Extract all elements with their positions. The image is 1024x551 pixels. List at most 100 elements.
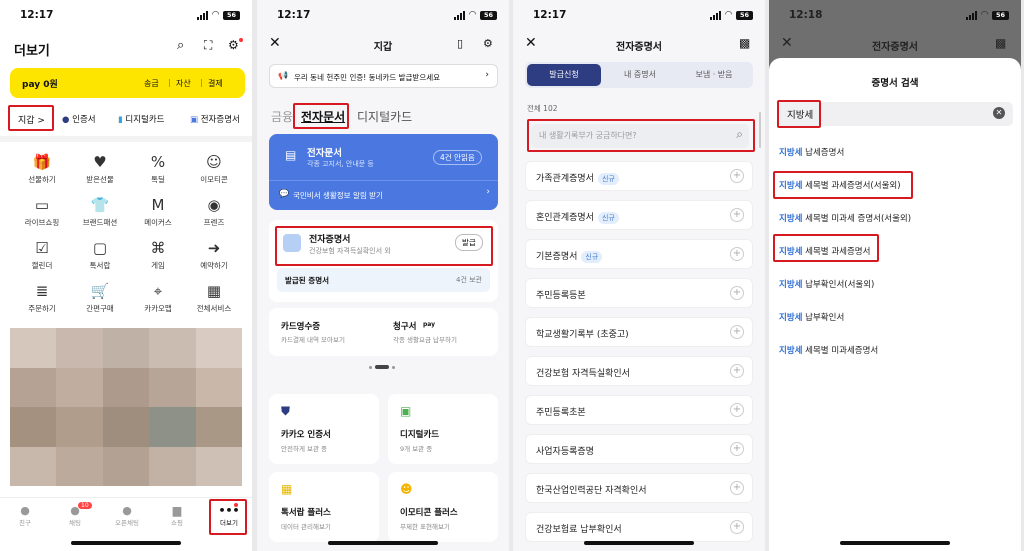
menu-item[interactable]: ☺ 이모티콘 (190, 152, 238, 185)
search-icon[interactable]: ⌕ (177, 38, 184, 53)
plus-icon[interactable]: + (730, 481, 744, 495)
certificate-row[interactable]: 주민등록초본 + (525, 395, 753, 425)
segment-issue[interactable]: 발급신청 (527, 64, 601, 86)
tab-friends[interactable]: ● 친구 (10, 504, 40, 527)
certificate-row[interactable]: 주민등록등본 + (525, 278, 753, 308)
menu-item[interactable]: ☑ 캘린더 (18, 238, 66, 271)
qr-code-icon[interactable]: ▩ (739, 36, 750, 50)
tile-title: 톡서랍 플러스 (281, 508, 331, 518)
pay-divider: | (168, 78, 171, 87)
highlight-box (209, 499, 247, 535)
tab-digital-card[interactable]: 디지털카드 (357, 108, 412, 125)
tile-sub: 무제한 표현해보기 (400, 523, 450, 531)
segment-my-certs[interactable]: 내 증명서 (603, 64, 677, 86)
neighborhood-banner[interactable]: 📢 우리 동네 헌주민 인증! 동네카드 발급받으세요 › (269, 64, 498, 88)
certificate-row[interactable]: 한국산업인력공단 자격확인서 + (525, 473, 753, 503)
tile-digital-card[interactable]: ▣ 디지털카드 9개 보관 중 (388, 394, 498, 464)
plus-icon[interactable]: + (730, 442, 744, 456)
issued-certificates-row[interactable]: 발급된 증명서 4건 보관 (277, 268, 490, 292)
notification-dot (239, 38, 243, 42)
search-result[interactable]: 지방세 납부확인서 (779, 311, 844, 323)
menu-item[interactable]: ⌘ 게임 (134, 238, 182, 271)
menu-item[interactable]: 🎁 선물하기 (18, 152, 66, 185)
search-result[interactable]: 지방세 세목별 미과세 증명서(서울외) (779, 212, 911, 224)
menu-item[interactable]: 👕 브랜드패션 (76, 195, 124, 228)
divider (0, 136, 252, 142)
gear-icon[interactable]: ⚙ (483, 37, 493, 50)
menu-item[interactable]: ♥ 받은선물 (76, 152, 124, 185)
search-result[interactable]: 지방세 납부확인서(서울외) (779, 278, 874, 290)
tab-open-chat[interactable]: ● 오픈채팅 (110, 504, 144, 527)
pay-link-pay[interactable]: 결제 (208, 78, 223, 89)
result-keyword: 지방세 (779, 313, 803, 323)
bill-sub: 각종 생활요금 납부하기 (393, 336, 457, 344)
plus-icon[interactable]: + (730, 325, 744, 339)
search-result[interactable]: 지방세 납세증명서 (779, 146, 844, 158)
bill-title[interactable]: 청구서 (393, 320, 416, 332)
certificate-row[interactable]: 학교생활기록부 (초중고) + (525, 317, 753, 347)
plus-icon[interactable]: + (730, 286, 744, 300)
menu-item-label: 주문하기 (28, 304, 56, 313)
tile-emoticon-plus[interactable]: ☻ 이모티콘 플러스 무제한 표현해보기 (388, 472, 498, 542)
menu-item[interactable]: ⌖ 카카오맵 (134, 281, 182, 314)
tile-kakao-cert[interactable]: ⛊ 카카오 인증서 안전하게 보관 중 (269, 394, 379, 464)
menu-item[interactable]: M 메이커스 (134, 195, 182, 228)
status-bar: 12:17 ◠ 56 (275, 8, 497, 24)
menu-item[interactable]: ▭ 라이브쇼핑 (18, 195, 66, 228)
card-title: 전자문서 (307, 148, 342, 159)
makers-icon: M (151, 196, 165, 214)
chevron-right-icon: › (486, 187, 490, 197)
plus-icon[interactable]: + (730, 403, 744, 417)
certificate-name: 혼인관계증명서 신규 (536, 210, 619, 224)
calendar-icon: ☑ (35, 239, 49, 257)
plus-icon[interactable]: + (730, 169, 744, 183)
plus-icon[interactable]: + (730, 247, 744, 261)
certificate-row[interactable]: 사업자등록증명 + (525, 434, 753, 464)
plus-icon[interactable]: + (730, 208, 744, 222)
certificate-row[interactable]: 건강보험 자격득실확인서 + (525, 356, 753, 386)
document-icon: ▣ (190, 115, 199, 125)
tab-finance[interactable]: 금융 (271, 108, 293, 125)
pay-link-assets[interactable]: 자산 (176, 78, 191, 89)
certificate-row[interactable]: 혼인관계증명서 신규 + (525, 200, 753, 230)
certificate-row[interactable]: 가족관계증명서 신규 + (525, 161, 753, 191)
menu-item[interactable]: ➜ 예약하기 (190, 238, 238, 271)
menu-item[interactable]: ▦ 전체서비스 (190, 281, 238, 314)
scan-icon[interactable]: ⛶ (204, 38, 212, 53)
chip-certificate[interactable]: ● 인증서 (62, 113, 96, 125)
wifi-icon: ◠ (981, 10, 988, 20)
segmented-control: 발급신청 내 증명서 보냄 · 받음 (525, 62, 753, 88)
card-receipt-title[interactable]: 카드영수증 (281, 320, 320, 332)
certificate-name-text: 주민등록등본 (536, 291, 586, 301)
menu-item[interactable]: 🛒 간편구매 (76, 281, 124, 314)
menu-item-label: 전체서비스 (196, 304, 232, 313)
menu-item[interactable]: ≣ 주문하기 (18, 281, 66, 314)
cart-icon: 🛒 (90, 282, 110, 300)
segment-sent-received[interactable]: 보냄 · 받음 (677, 64, 751, 86)
menu-item[interactable]: ▢ 톡서랍 (76, 238, 124, 271)
chip-digital-card[interactable]: ▮ 디지털카드 (118, 113, 165, 125)
certificate-row[interactable]: 기본증명서 신규 + (525, 239, 753, 269)
certificate-name-text: 건강보험 자격득실확인서 (536, 369, 630, 379)
kakao-pay-bar[interactable]: pay 0원 송금 | 자산 | 결제 (10, 68, 245, 98)
tile-talk-drawer[interactable]: ▦ 톡서랍 플러스 데이터 관리해보기 (269, 472, 379, 542)
certificate-name-text: 학교생활기록부 (초중고) (536, 330, 629, 340)
menu-item[interactable]: % 톡딜 (134, 152, 182, 185)
card-icon: ▮ (118, 115, 123, 125)
menu-item-label: 간편구매 (86, 304, 114, 313)
plus-icon[interactable]: + (730, 520, 744, 534)
scrollbar[interactable] (759, 112, 761, 148)
wallet-icon[interactable]: ▯ (457, 37, 463, 50)
gear-icon[interactable]: ⚙ (228, 38, 239, 52)
qr-code-icon[interactable]: ▩ (995, 36, 1006, 50)
menu-item[interactable]: ◉ 프렌즈 (190, 195, 238, 228)
pay-link-send[interactable]: 송금 (144, 78, 159, 89)
certificate-name: 건강보험 자격득실확인서 (536, 366, 630, 379)
chip-e-certificate[interactable]: ▣ 전자증명서 (190, 113, 240, 125)
e-document-card[interactable]: ▤ 전자문서 각종 고지서, 안내문 등 4건 안읽음 💬 국민비서 생활정보 … (269, 134, 498, 210)
certificate-row[interactable]: 건강보험료 납부확인서 + (525, 512, 753, 542)
search-result[interactable]: 지방세 세목별 미과세증명서 (779, 344, 878, 356)
tab-shopping[interactable]: ▆ 쇼핑 (162, 504, 192, 527)
clear-icon[interactable]: ✕ (993, 107, 1005, 119)
plus-icon[interactable]: + (730, 364, 744, 378)
